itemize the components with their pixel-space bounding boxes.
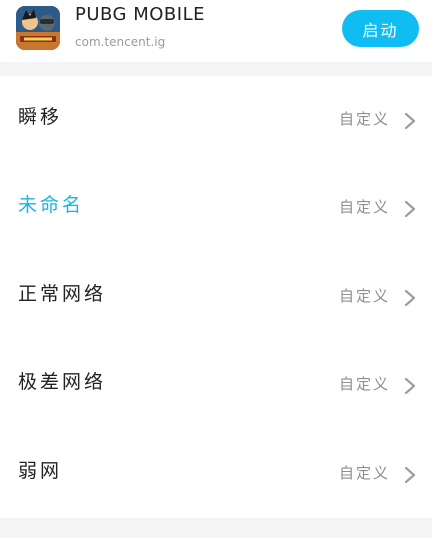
item-label: 弱网 — [18, 460, 63, 482]
app-package-name: com.tencent.ig — [75, 35, 166, 49]
list-item-normal-network[interactable]: 正常网络 自定义 — [0, 253, 432, 341]
launch-button[interactable]: 启动 — [342, 10, 419, 47]
section-divider — [0, 62, 432, 76]
section-divider — [0, 518, 432, 538]
item-label: 瞬移 — [18, 106, 63, 128]
item-value: 自定义 — [338, 464, 390, 482]
item-label: 正常网络 — [18, 283, 107, 305]
item-value: 自定义 — [338, 198, 390, 216]
item-value: 自定义 — [338, 287, 390, 305]
chevron-right-icon — [404, 377, 416, 395]
chevron-right-icon — [404, 112, 416, 130]
item-value: 自定义 — [338, 375, 390, 393]
item-value: 自定义 — [338, 110, 390, 128]
app-icon — [16, 6, 60, 50]
list-item-very-poor-network[interactable]: 极差网络 自定义 — [0, 341, 432, 429]
chevron-right-icon — [404, 200, 416, 218]
app-header: PUBG MOBILE com.tencent.ig 启动 — [0, 0, 432, 62]
chevron-right-icon — [404, 466, 416, 484]
item-label: 未命名 — [18, 194, 85, 216]
network-profile-list: 瞬移 自定义 未命名 自定义 正常网络 自定义 极差网络 自定义 弱网 自定义 — [0, 76, 432, 518]
list-item-teleport[interactable]: 瞬移 自定义 — [0, 76, 432, 164]
chevron-right-icon — [404, 289, 416, 307]
item-label: 极差网络 — [18, 371, 107, 393]
list-item-unnamed[interactable]: 未命名 自定义 — [0, 164, 432, 252]
list-item-weak-network[interactable]: 弱网 自定义 — [0, 430, 432, 518]
app-name: PUBG MOBILE — [75, 4, 205, 25]
